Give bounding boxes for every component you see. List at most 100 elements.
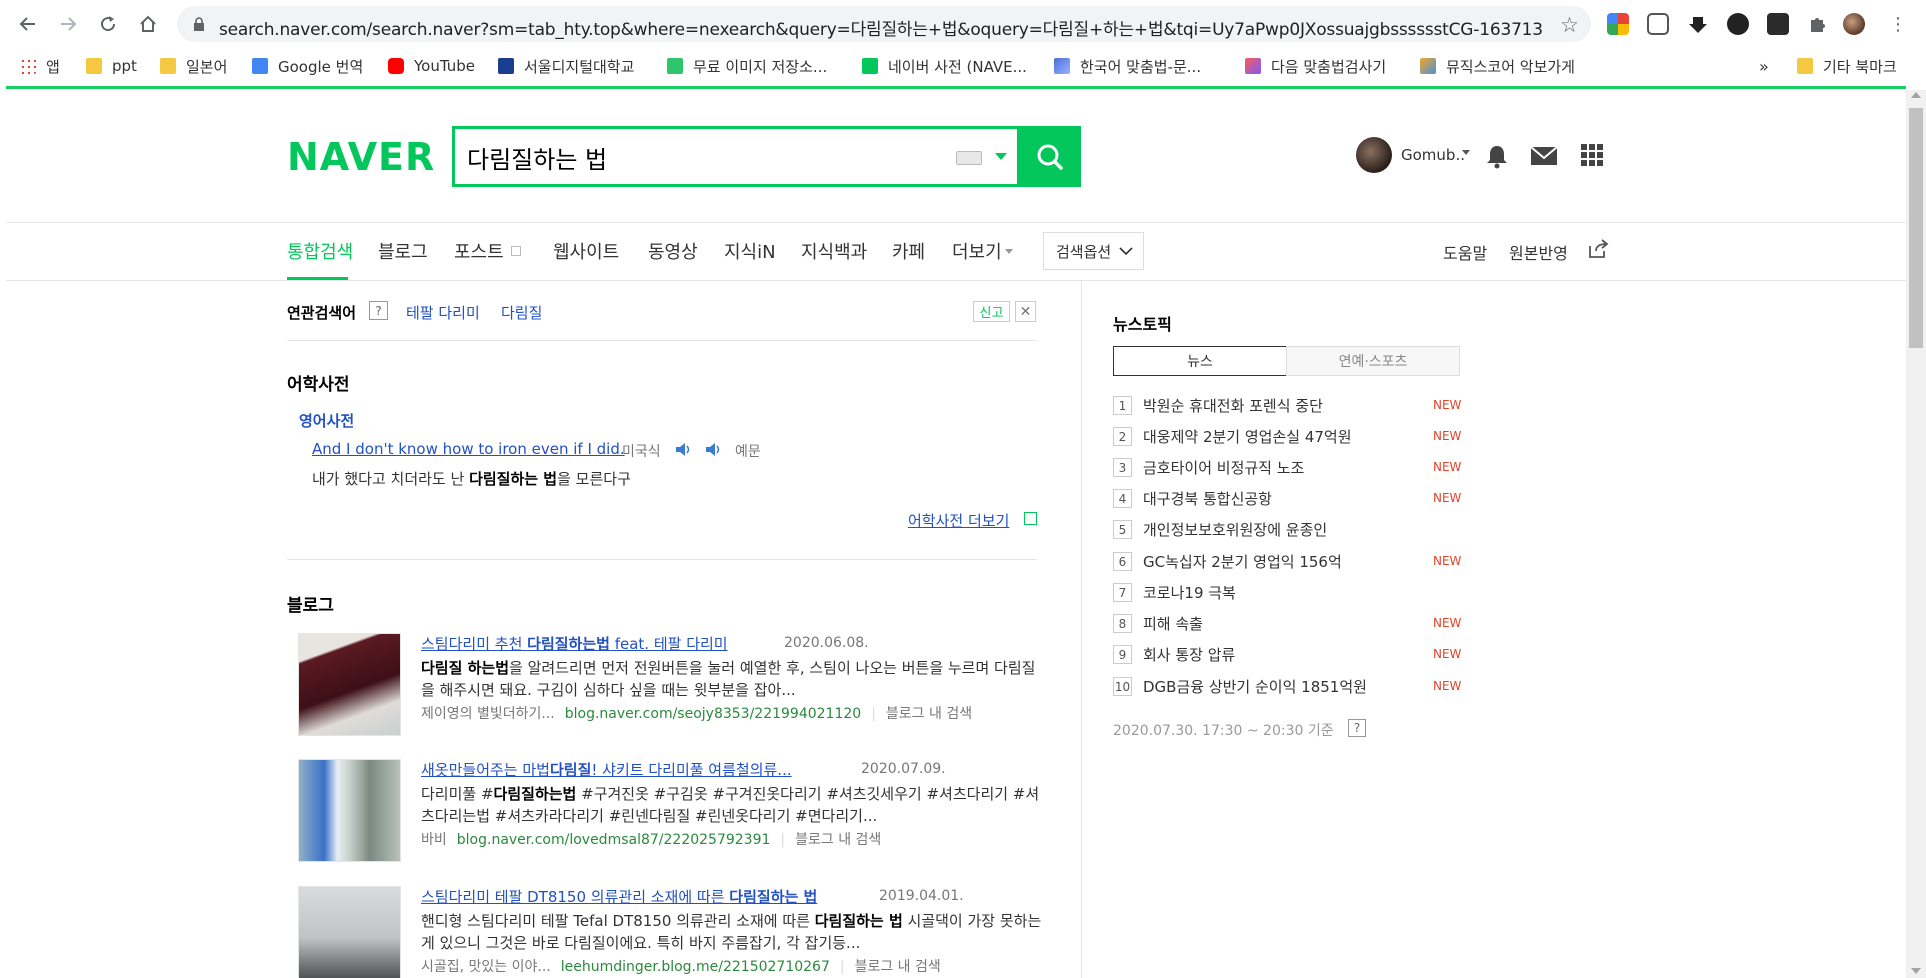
news-headline[interactable]: GC녹십자 2분기 영업익 156억 xyxy=(1143,551,1342,572)
tab-integrated-search[interactable]: 통합검색 xyxy=(287,238,353,264)
news-headline[interactable]: 회사 통장 압류 xyxy=(1143,644,1235,665)
dictionary-more-link[interactable]: 어학사전 더보기 xyxy=(908,510,1009,531)
in-blog-search-link[interactable]: 블로그 내 검색 xyxy=(886,706,972,722)
news-item[interactable]: 10 DGB금융 상반기 순이익 1851억원 NEW xyxy=(1113,675,1463,699)
apps-menu-icon[interactable] xyxy=(1580,143,1606,169)
blog-url[interactable]: leehumdinger.blog.me/221502710267 xyxy=(561,959,830,975)
puzzle-extensions-icon[interactable] xyxy=(1807,13,1829,35)
home-icon[interactable] xyxy=(134,10,162,38)
avatar[interactable] xyxy=(1356,137,1392,173)
bookmark-free-images[interactable]: 무료 이미지 저장소... xyxy=(667,54,827,78)
tab-post[interactable]: 포스트 xyxy=(454,238,504,264)
related-keyword[interactable]: 테팔 다리미 xyxy=(406,302,480,323)
share-icon[interactable] xyxy=(1587,238,1609,260)
tab-more[interactable]: 더보기 xyxy=(952,238,1002,264)
speaker-icon[interactable] xyxy=(675,443,692,456)
search-button[interactable] xyxy=(1019,126,1081,187)
blog-title-link[interactable]: 새옷만들어주는 마법다림질! 샤키트 다리미풀 여름철의류... xyxy=(421,759,792,780)
blog-thumbnail[interactable] xyxy=(298,886,401,978)
font-extension-icon[interactable] xyxy=(1767,13,1789,35)
bookmark-sdu[interactable]: 서울디지털대학교 xyxy=(498,54,634,78)
color-picker-extension-icon[interactable] xyxy=(1607,13,1629,35)
dictionary-sentence-en[interactable]: And I don't know how to iron even if I d… xyxy=(312,440,625,458)
in-blog-search-link[interactable]: 블로그 내 검색 xyxy=(795,832,881,848)
blog-url[interactable]: blog.naver.com/lovedmsal87/222025792391 xyxy=(457,832,771,848)
news-headline[interactable]: DGB금융 상반기 순이익 1851억원 xyxy=(1143,676,1367,697)
tab-entertainment-sports[interactable]: 연예·스포츠 xyxy=(1286,346,1460,376)
bookmark-other[interactable]: 기타 북마크 xyxy=(1797,54,1897,78)
news-item[interactable]: 6 GC녹십자 2분기 영업익 156억 NEW xyxy=(1113,550,1463,574)
scroll-down-arrow-icon[interactable] xyxy=(1911,968,1921,974)
blog-author[interactable]: 바비 xyxy=(421,832,447,848)
blog-title-link[interactable]: 스팀다리미 테팔 DT8150 의류관리 소재에 따른 다림질하는 법 xyxy=(421,886,817,907)
bookmark-youtube[interactable]: YouTube xyxy=(388,54,475,78)
news-item[interactable]: 1 박원순 휴대전화 포렌식 중단 NEW xyxy=(1113,394,1463,418)
naver-logo[interactable]: NAVER xyxy=(287,135,435,179)
news-headline[interactable]: 금호타이어 비정규직 노조 xyxy=(1143,457,1304,478)
download-circle-extension-icon[interactable] xyxy=(1727,13,1749,35)
download-extension-icon[interactable] xyxy=(1687,13,1709,35)
bookmark-naver-dict[interactable]: 네이버 사전 (NAVE... xyxy=(862,54,1027,78)
user-name[interactable]: Gomub.. xyxy=(1401,146,1465,164)
close-icon[interactable]: ✕ xyxy=(1015,301,1036,322)
shield-extension-icon[interactable] xyxy=(1647,13,1669,35)
blog-author[interactable]: 제이영의 별빛더하기... xyxy=(421,706,555,722)
bookmarks-overflow-button[interactable]: » xyxy=(1759,54,1769,78)
scroll-up-arrow-icon[interactable] xyxy=(1911,92,1921,98)
related-keyword[interactable]: 다림질 xyxy=(501,302,542,323)
news-item[interactable]: 8 피해 속출 NEW xyxy=(1113,612,1463,636)
tab-kin[interactable]: 지식iN xyxy=(724,238,776,264)
tab-news[interactable]: 뉴스 xyxy=(1113,346,1287,376)
chrome-menu-icon[interactable]: ⋮ xyxy=(1884,10,1912,38)
news-item[interactable]: 7 코로나19 극복 xyxy=(1113,581,1463,605)
news-headline[interactable]: 개인정보보호위원장에 윤종인 xyxy=(1143,519,1327,540)
bookmark-ppt[interactable]: ppt xyxy=(86,54,137,78)
news-item[interactable]: 9 회사 통장 압류 NEW xyxy=(1113,643,1463,667)
related-help-icon[interactable]: ? xyxy=(369,301,388,320)
tab-cafe[interactable]: 카페 xyxy=(892,238,925,264)
report-button[interactable]: 신고 xyxy=(973,301,1010,322)
scrollbar-thumb[interactable] xyxy=(1909,108,1923,348)
back-arrow-icon[interactable] xyxy=(14,10,42,38)
news-headline[interactable]: 대웅제약 2분기 영업손실 47억원 xyxy=(1143,426,1352,447)
help-link[interactable]: 도움말 xyxy=(1443,240,1487,264)
tab-blog[interactable]: 블로그 xyxy=(378,238,428,264)
news-headline[interactable]: 코로나19 극복 xyxy=(1143,582,1236,603)
bookmark-apps[interactable]: 앱 xyxy=(20,54,60,78)
notification-bell-icon[interactable] xyxy=(1484,143,1510,169)
address-url[interactable]: search.naver.com/search.naver?sm=tab_hty… xyxy=(219,15,1543,40)
news-item[interactable]: 2 대웅제약 2분기 영업손실 47억원 NEW xyxy=(1113,425,1463,449)
bookmark-daum-spelling[interactable]: 다음 맞춤법검사기 xyxy=(1245,54,1386,78)
reload-icon[interactable] xyxy=(94,10,122,38)
autocomplete-toggle-arrow-icon[interactable] xyxy=(995,153,1007,160)
english-dictionary-label[interactable]: 영어사전 xyxy=(299,410,354,431)
vertical-scrollbar[interactable] xyxy=(1906,90,1926,978)
news-item[interactable]: 3 금호타이어 비정규직 노조 NEW xyxy=(1113,456,1463,480)
news-item[interactable]: 4 대구경북 통합신공항 NEW xyxy=(1113,487,1463,511)
blog-thumbnail[interactable] xyxy=(298,759,401,862)
tab-video[interactable]: 동영상 xyxy=(648,238,698,264)
bookmark-japanese[interactable]: 일본어 xyxy=(160,54,227,78)
address-bar[interactable]: search.naver.com/search.naver?sm=tab_hty… xyxy=(177,6,1591,42)
in-blog-search-link[interactable]: 블로그 내 검색 xyxy=(855,959,941,975)
news-headline[interactable]: 피해 속출 xyxy=(1143,613,1203,634)
blog-title-link[interactable]: 스팀다리미 추천 다림질하는법 feat. 테팔 다리미 xyxy=(421,633,728,654)
news-headline[interactable]: 대구경북 통합신공항 xyxy=(1143,488,1272,509)
profile-avatar-icon[interactable] xyxy=(1843,13,1865,35)
bookmark-google-translate[interactable]: Google 번역 xyxy=(252,54,363,78)
bookmark-star-icon[interactable]: ☆ xyxy=(1560,13,1579,37)
blog-thumbnail[interactable] xyxy=(298,633,401,736)
blog-author[interactable]: 시골집, 맛있는 이야... xyxy=(421,959,551,975)
news-help-icon[interactable]: ? xyxy=(1348,719,1366,737)
original-reflect-link[interactable]: 원본반영 xyxy=(1509,240,1568,264)
bookmark-korean-spelling[interactable]: 한국어 맞춤법-문... xyxy=(1054,54,1201,78)
tab-encyclopedia[interactable]: 지식백과 xyxy=(801,238,867,264)
mail-icon[interactable] xyxy=(1530,143,1558,169)
blog-url[interactable]: blog.naver.com/seojy8353/221994021120 xyxy=(565,706,861,722)
keyboard-icon[interactable] xyxy=(956,151,982,165)
news-item[interactable]: 5 개인정보보호위원장에 윤종인 xyxy=(1113,518,1463,542)
tab-website[interactable]: 웹사이트 xyxy=(553,238,619,264)
forward-arrow-icon[interactable] xyxy=(54,10,82,38)
search-input[interactable] xyxy=(467,139,907,175)
search-option-button[interactable]: 검색옵션 xyxy=(1043,232,1144,270)
